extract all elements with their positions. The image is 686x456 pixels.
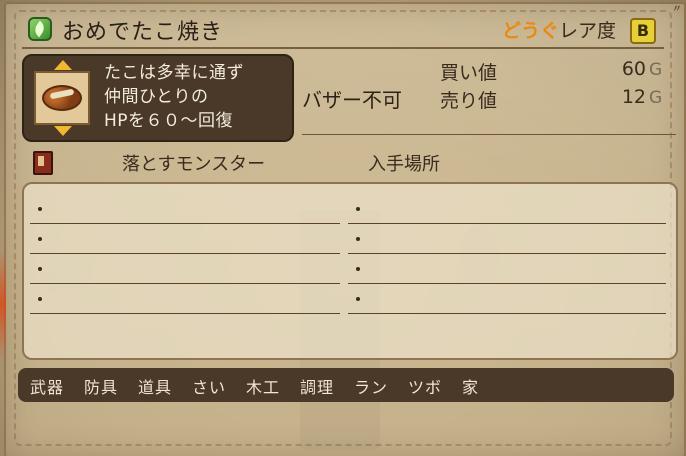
tab-lamp[interactable]: ラン (354, 374, 388, 398)
description-line: 仲間ひとりの (104, 87, 209, 107)
category-tab-bar: 武器 防具 道具 さい 木工 調理 ラン ツボ 家 (18, 368, 674, 402)
item-name: おめでたこ焼き (62, 20, 224, 45)
buy-price-label: 買い値 (440, 62, 498, 84)
location-list-item[interactable] (348, 284, 666, 314)
description-panel: たこは多幸に通ず 仲間ひとりの HPを６０～回復 (22, 54, 294, 142)
tab-items[interactable]: 道具 (138, 374, 172, 398)
monster-list-item[interactable] (30, 254, 340, 284)
tab-sewing[interactable]: さい (192, 374, 226, 398)
description-line: HPを６０～回復 (104, 111, 234, 131)
sell-price-label: 売り値 (440, 90, 498, 112)
monster-list-item[interactable] (30, 224, 340, 254)
location-section-header: 入手場所 (368, 154, 440, 175)
bullet-icon (38, 267, 42, 271)
left-edge-glow (0, 250, 6, 360)
monster-list (30, 194, 340, 314)
item-info-screen: 〃 おめでたこ焼き どうぐレア度 B たこは多幸に通ず 仲間ひとりの HPを６０～… (0, 0, 686, 456)
location-list-item[interactable] (348, 254, 666, 284)
description-line: たこは多幸に通ず (104, 63, 244, 83)
location-list-item[interactable] (348, 194, 666, 224)
arrow-up-icon[interactable] (54, 60, 72, 70)
bullet-icon (356, 237, 360, 241)
bullet-icon (38, 297, 42, 301)
bullet-icon (356, 297, 360, 301)
book-icon (33, 151, 53, 175)
leaf-icon (28, 17, 52, 41)
tab-cooking[interactable]: 調理 (300, 374, 334, 398)
item-thumbnail-selector[interactable] (32, 60, 94, 136)
rarity-grade-badge: B (630, 18, 656, 44)
monster-list-item[interactable] (30, 194, 340, 224)
tab-weapons[interactable]: 武器 (30, 374, 64, 398)
sell-price-value: 12 (621, 86, 646, 108)
bullet-icon (356, 207, 360, 211)
rarity-label: レア度 (558, 20, 616, 42)
drop-info-panel (22, 182, 678, 360)
tab-armor[interactable]: 防具 (84, 374, 118, 398)
location-list (348, 194, 666, 314)
price-divider (302, 134, 676, 135)
tab-pottery[interactable]: ツボ (408, 374, 442, 398)
bullet-icon (356, 267, 360, 271)
title-divider (22, 47, 664, 49)
bullet-icon (38, 237, 42, 241)
tab-house[interactable]: 家 (462, 374, 479, 398)
monster-section-header: 落とすモンスター (122, 154, 266, 175)
takoyaki-icon (42, 85, 82, 111)
item-category: どうぐ (501, 20, 559, 42)
item-thumbnail (34, 71, 90, 125)
sell-price-unit: G (649, 88, 663, 108)
bullet-icon (38, 207, 42, 211)
rarity-display: どうぐレア度 B (502, 16, 656, 44)
tab-woodwork[interactable]: 木工 (246, 374, 280, 398)
buy-price-value: 60 (621, 58, 646, 80)
location-list-item[interactable] (348, 224, 666, 254)
monster-list-item[interactable] (30, 284, 340, 314)
bazaar-status: バザー不可 (302, 88, 402, 112)
arrow-down-icon[interactable] (54, 126, 72, 136)
title-bar: おめでたこ焼き どうぐレア度 B (22, 13, 676, 47)
item-description: たこは多幸に通ず 仲間ひとりの HPを６０～回復 (104, 61, 290, 133)
buy-price-unit: G (649, 60, 663, 80)
